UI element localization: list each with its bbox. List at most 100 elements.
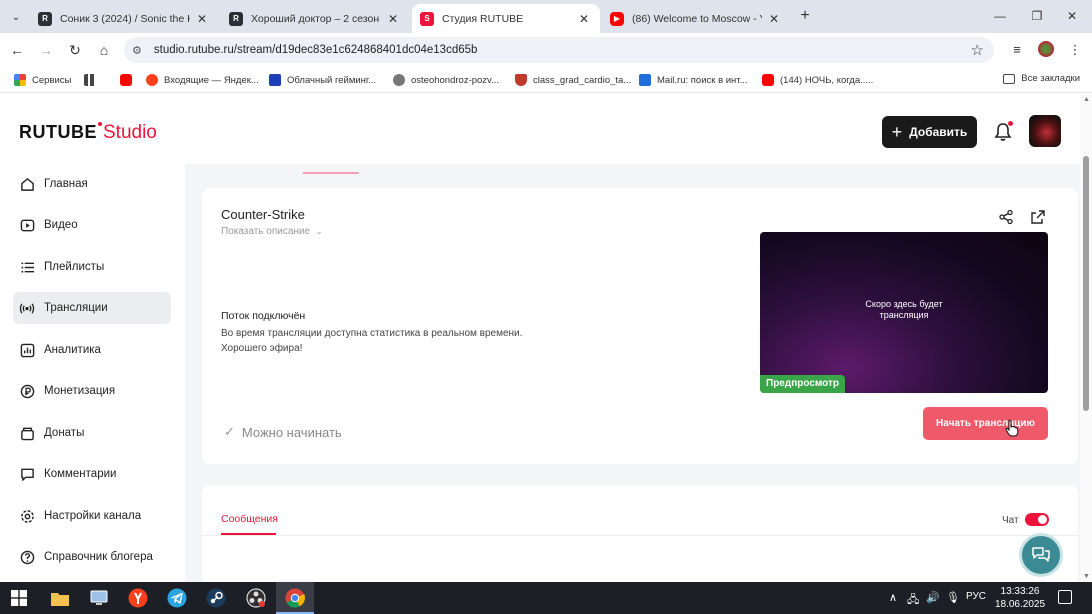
- sidebar-item-monetization[interactable]: Монетизация: [13, 375, 171, 407]
- tab-messages[interactable]: Сообщения: [221, 513, 278, 525]
- close-icon[interactable]: ✕: [194, 12, 210, 26]
- channel-avatar[interactable]: [1029, 115, 1061, 147]
- reload-icon[interactable]: ↻: [66, 41, 84, 59]
- back-arrow-icon[interactable]: ←: [8, 41, 26, 59]
- bookmark-osteohondroz[interactable]: osteohondroz-pozv...: [393, 73, 499, 87]
- rutube-studio-logo[interactable]: RUTUBE Studio: [19, 122, 157, 144]
- steam-icon[interactable]: [205, 587, 227, 609]
- tab-search-chevron-icon[interactable]: ⌄: [6, 7, 26, 27]
- bookmark-mailru[interactable]: Mail.ru: поиск в инт...: [639, 73, 748, 87]
- sidebar-item-blogger-handbook[interactable]: Справочник блогера: [13, 541, 171, 573]
- network-icon[interactable]: 🖧: [907, 591, 919, 610]
- sidebar-item-video[interactable]: Видео: [13, 209, 171, 241]
- stream-status-title: Поток подключён: [221, 310, 306, 322]
- sidebar-item-playlists[interactable]: Плейлисты: [13, 251, 171, 283]
- scrollbar-thumb[interactable]: [1083, 156, 1089, 411]
- new-tab-plus-icon[interactable]: +: [796, 8, 814, 26]
- address-bar[interactable]: ⚙ studio.rutube.ru/stream/d19dec83e1c624…: [124, 37, 994, 63]
- tray-expand-icon[interactable]: ∧: [889, 591, 897, 604]
- support-chat-icon[interactable]: [1019, 533, 1063, 577]
- stream-title: Counter-Strike: [221, 207, 305, 222]
- notification-center-icon[interactable]: [1058, 590, 1072, 604]
- obs-studio-icon[interactable]: [245, 587, 267, 609]
- minimize-icon[interactable]: —: [986, 6, 1014, 26]
- all-bookmarks-label: Все закладки: [1021, 73, 1080, 84]
- close-icon[interactable]: ✕: [576, 12, 592, 26]
- home-page-icon[interactable]: ⌂: [95, 41, 113, 59]
- sidebar-item-label: Настройки канала: [44, 510, 142, 522]
- close-icon[interactable]: ✕: [385, 12, 401, 26]
- scroll-down-icon[interactable]: ▼: [1083, 573, 1090, 580]
- browser-tab-3-active[interactable]: S Студия RUTUBE ✕: [412, 4, 600, 33]
- browser-tab-2[interactable]: R Хороший доктор – 2 сезон 13 ✕: [221, 4, 409, 33]
- scroll-up-icon[interactable]: ▲: [1083, 96, 1090, 103]
- media-controls-icon[interactable]: ≡: [1008, 41, 1026, 59]
- preview-line-2: трансляция: [879, 310, 929, 320]
- monitor-app-icon[interactable]: [88, 587, 110, 609]
- logo-studio-text: Studio: [103, 122, 157, 143]
- site-info-icon[interactable]: ⚙: [132, 44, 142, 57]
- chrome-icon[interactable]: [284, 587, 306, 609]
- windows-start-icon[interactable]: [8, 587, 30, 609]
- chat-toggle[interactable]: [1025, 513, 1049, 526]
- comments-icon: [19, 466, 35, 482]
- browser-tab-1[interactable]: R Соник 3 (2024) / Sonic the Hed ✕: [30, 4, 218, 33]
- bookmark-label: (144) НОЧЬ, когда.....: [780, 74, 874, 86]
- profile-avatar-icon[interactable]: [1038, 41, 1054, 57]
- bookmark-grid[interactable]: [84, 73, 102, 87]
- settings-icon: [19, 508, 35, 524]
- bookmark-class-grad[interactable]: class_grad_cardio_ta...: [515, 73, 631, 87]
- home-icon: [19, 176, 35, 192]
- rutube-favicon-icon: R: [229, 11, 243, 26]
- sidebar-item-comments[interactable]: Комментарии: [13, 458, 171, 490]
- tab-title: Студия RUTUBE: [442, 12, 524, 25]
- microphone-icon[interactable]: 🎙: [946, 591, 960, 604]
- page-scrollbar[interactable]: ▲ ▼: [1080, 94, 1092, 582]
- upper-tab-indicator: [303, 172, 359, 174]
- divider: [202, 535, 1078, 536]
- close-icon[interactable]: ✕: [766, 12, 782, 26]
- sidebar-item-label: Комментарии: [44, 468, 117, 480]
- add-button[interactable]: + Добавить: [882, 116, 977, 148]
- restore-icon[interactable]: ❐: [1023, 6, 1051, 26]
- all-bookmarks[interactable]: Все закладки: [1003, 73, 1080, 84]
- forward-arrow-icon[interactable]: →: [37, 41, 55, 59]
- yandex-browser-icon[interactable]: [127, 587, 149, 609]
- yandex-icon: [146, 74, 158, 86]
- sidebar-item-home[interactable]: Главная: [13, 168, 171, 200]
- system-clock[interactable]: 13:33:26 18.06.2025: [992, 585, 1048, 611]
- handbook-icon: [19, 549, 35, 565]
- window-close-icon[interactable]: ✕: [1058, 6, 1086, 26]
- bookmark-label: class_grad_cardio_ta...: [533, 74, 632, 86]
- file-explorer-icon[interactable]: [49, 587, 71, 609]
- bookmark-night[interactable]: (144) НОЧЬ, когда.....: [762, 73, 873, 87]
- bookmark-star-icon[interactable]: ☆: [971, 41, 984, 59]
- globe-icon: [393, 74, 405, 86]
- telegram-icon[interactable]: [166, 587, 188, 609]
- bookmark-yandex-mail[interactable]: Входящие — Яндек...: [146, 73, 259, 87]
- start-broadcast-button[interactable]: Начать трансляцию: [923, 407, 1048, 440]
- stream-status-text: Во время трансляции доступна статистика …: [221, 326, 561, 356]
- sidebar-item-channel-settings[interactable]: Настройки канала: [13, 500, 171, 532]
- sidebar-item-analytics[interactable]: Аналитика: [13, 334, 171, 366]
- share-icon[interactable]: [998, 209, 1014, 225]
- external-link-icon[interactable]: [1030, 209, 1046, 225]
- logo-rutube-text: RUTUBE: [19, 122, 97, 142]
- bookmark-cloud-gaming[interactable]: Облачный гейминг...: [269, 73, 376, 87]
- sidebar-item-broadcasts[interactable]: Трансляции: [13, 292, 171, 324]
- playlist-icon: [19, 259, 35, 275]
- youtube-icon: [120, 74, 132, 86]
- show-description-toggle[interactable]: Показать описание ⌄: [221, 226, 323, 237]
- browser-menu-icon[interactable]: ⋮: [1066, 41, 1084, 59]
- url-text: studio.rutube.ru/stream/d19dec83e1c62486…: [153, 44, 478, 56]
- ruble-icon: [19, 383, 35, 399]
- browser-tab-4[interactable]: ▶ (86) Welcome to Moscow - You ✕: [602, 4, 790, 33]
- sidebar-item-label: Справочник блогера: [44, 551, 153, 563]
- bookmark-services[interactable]: Сервисы: [14, 73, 71, 87]
- input-language[interactable]: РУС: [966, 591, 986, 602]
- sidebar-item-donations[interactable]: Донаты: [13, 417, 171, 449]
- volume-icon[interactable]: 🔊: [926, 591, 940, 604]
- notifications-bell-icon[interactable]: [994, 121, 1013, 142]
- bookmark-youtube[interactable]: [120, 73, 138, 87]
- analytics-icon: [19, 342, 35, 358]
